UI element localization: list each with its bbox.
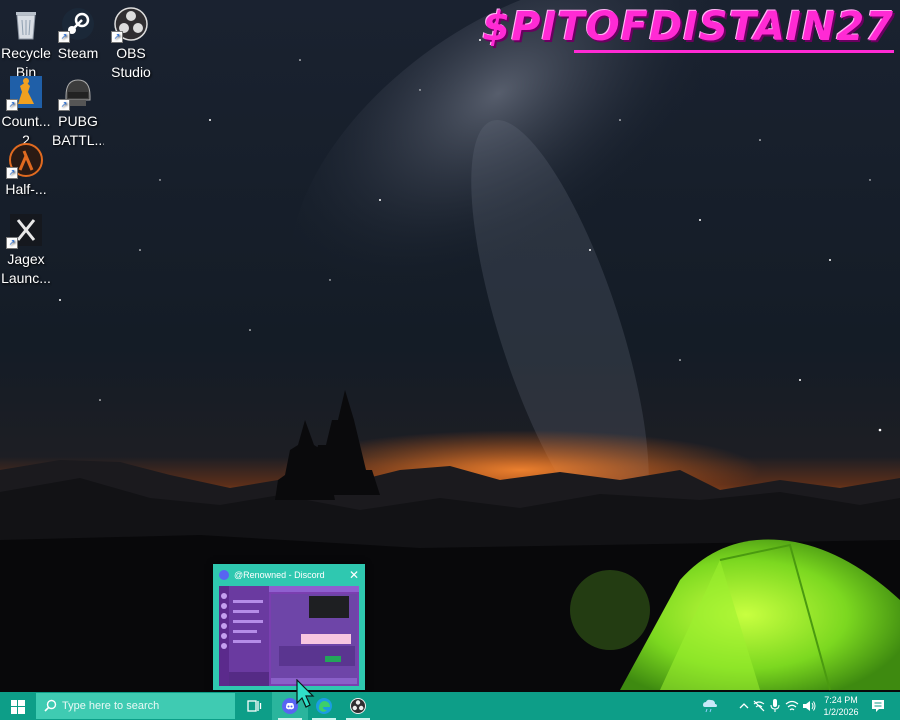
pubg-icon: ↗ (58, 74, 96, 111)
discord-window-thumbnail[interactable] (219, 586, 359, 686)
taskbar-clock[interactable]: 7:24 PM 1/2/2026 (812, 694, 870, 718)
wifi-icon (785, 700, 799, 711)
shortcut-arrow-icon: ↗ (58, 99, 70, 111)
desktop-icon-label: Half-... (5, 181, 47, 197)
desktop-icon-label: OBS Studio (111, 45, 151, 80)
chevron-up-icon (739, 703, 749, 709)
preview-header: @Renowned - Discord ✕ (213, 564, 365, 586)
preview-close-button[interactable]: ✕ (349, 564, 359, 586)
task-view-icon (247, 700, 262, 712)
notification-icon (872, 700, 884, 712)
shortcut-arrow-icon: ↗ (58, 31, 70, 43)
desktop-icon-jagex[interactable]: ↗ Jagex Launc... (0, 212, 52, 288)
taskbar: Type here to search 7:24 PM 1/2/2026 (0, 692, 900, 720)
desktop-wallpaper (0, 0, 900, 692)
mouse-cursor-icon (296, 679, 315, 708)
desktop-icon-label: Steam (57, 45, 99, 61)
shortcut-arrow-icon: ↗ (6, 99, 18, 111)
preview-title: @Renowned - Discord (234, 570, 325, 580)
taskbar-app-obs[interactable] (340, 692, 376, 720)
clock-time: 7:24 PM (824, 695, 858, 705)
weather-rain-icon (703, 699, 717, 713)
search-icon (44, 699, 57, 712)
shortcut-arrow-icon: ↗ (6, 237, 18, 249)
counter-strike-icon: ↗ (6, 74, 44, 111)
weather-widget[interactable] (700, 692, 720, 720)
desktop-icon-label: Jagex Launc... (1, 251, 51, 286)
brand-underline (574, 50, 894, 53)
tray-icon-network[interactable] (784, 692, 800, 720)
obs-icon: ↗ (111, 6, 149, 43)
start-button[interactable] (0, 692, 36, 720)
network-off-icon (753, 700, 765, 712)
discord-taskbar-preview[interactable]: @Renowned - Discord ✕ (213, 564, 365, 690)
recycle-bin-icon (8, 6, 44, 42)
desktop-icon-obs[interactable]: ↗ OBS Studio (105, 6, 157, 82)
search-placeholder: Type here to search (62, 700, 160, 712)
desktop-icon-counter-strike[interactable]: ↗ Count... 2 (0, 74, 52, 150)
clock-date: 1/2/2026 (823, 707, 859, 717)
desktop-icon-label: PUBG BATTL... (52, 113, 104, 148)
tray-icon-vpn[interactable] (752, 692, 766, 720)
show-hidden-icons-button[interactable] (738, 692, 750, 720)
notification-center-button[interactable] (868, 692, 888, 720)
edge-browser-icon (316, 698, 332, 714)
half-life-icon: ↗ (6, 142, 44, 179)
windows-logo-icon (11, 700, 25, 714)
microphone-icon (770, 699, 780, 712)
tray-icon-microphone[interactable] (768, 692, 782, 720)
task-view-button[interactable] (236, 692, 272, 720)
obs-icon (350, 698, 366, 714)
shortcut-arrow-icon: ↗ (111, 31, 123, 43)
desktop-icon-half-life[interactable]: ↗ Half-... (0, 142, 52, 199)
discord-icon (219, 570, 229, 580)
taskbar-search-box[interactable]: Type here to search (36, 693, 235, 719)
shortcut-arrow-icon: ↗ (6, 167, 18, 179)
steam-icon: ↗ (58, 6, 96, 43)
desktop-icon-steam[interactable]: ↗ Steam (52, 6, 104, 63)
jagex-icon: ↗ (6, 212, 44, 249)
desktop-icon-pubg[interactable]: ↗ PUBG BATTL... (52, 74, 104, 150)
brand-overlay-text: $PITOFDISTAIN27 (482, 4, 894, 50)
desktop-icon-recycle-bin[interactable]: Recycle Bin (0, 6, 52, 82)
